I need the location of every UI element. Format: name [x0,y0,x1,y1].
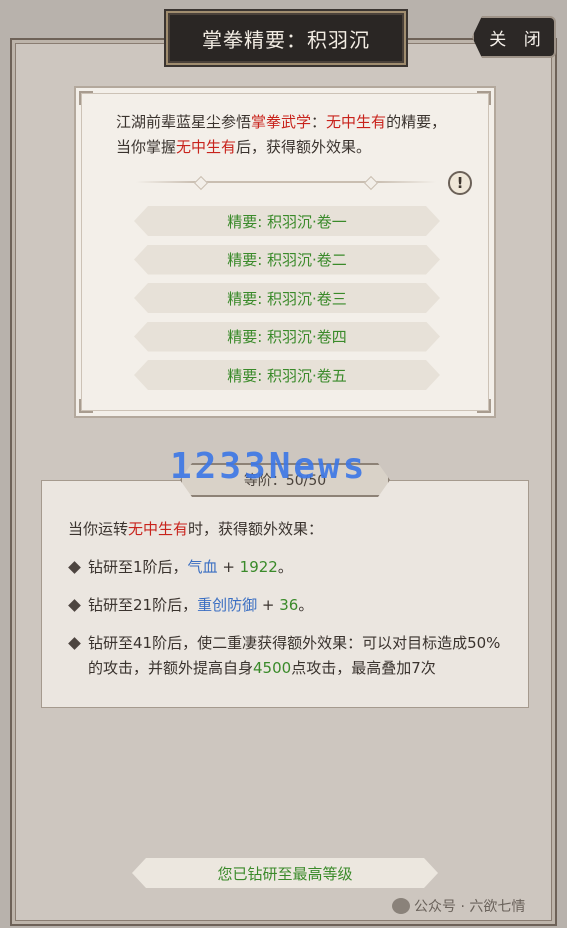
level-badge: 等阶：50/50 [180,463,390,497]
effects-list: 当你运转无中生有时，获得额外效果： 钻研至1阶后，气血 + 1922。 钻研至2… [68,517,508,694]
ornamental-divider [136,181,436,183]
skill-category: 掌拳武学 [251,113,312,131]
stat-name: 重创防御 [197,596,258,614]
volume-item-1[interactable]: 精要: 积羽沉·卷一 [134,206,440,236]
diamond-bullet-icon [68,637,81,650]
move-name: 无中生有 [128,520,189,538]
footer-watermark: 公众号 · 六欲七情 [392,894,525,918]
stat-value: 1922 [239,558,278,576]
info-exclamation-icon[interactable]: ! [448,171,472,195]
move-name: 无中生有 [176,138,237,156]
volume-list: 精要: 积羽沉·卷一 精要: 积羽沉·卷二 精要: 积羽沉·卷三 精要: 积羽沉… [134,206,440,399]
volume-item-4[interactable]: 精要: 积羽沉·卷四 [134,322,440,352]
volume-item-5[interactable]: 精要: 积羽沉·卷五 [134,360,440,390]
level-effects-panel[interactable]: 当你运转无中生有时，获得额外效果： 钻研至1阶后，气血 + 1922。 钻研至2… [41,480,529,708]
corner-ornament [477,91,491,105]
max-level-button: 您已钻研至最高等级 [132,858,438,888]
corner-ornament [79,399,93,413]
effect-item-3: 钻研至41阶后，使二重凄获得额外效果：可以对目标造成50%的攻击，并额外提高自身… [68,631,508,681]
effects-intro: 当你运转无中生有时，获得额外效果： [68,520,324,538]
effect-item-1: 钻研至1阶后，气血 + 1922。 [68,555,508,580]
wechat-icon [392,898,410,914]
move-name: 无中生有 [326,113,387,131]
volume-item-3[interactable]: 精要: 积羽沉·卷三 [134,283,440,313]
corner-ornament [477,399,491,413]
diamond-bullet-icon [68,599,81,612]
dialog-title: 掌拳精要：积羽沉 [166,11,406,65]
close-button[interactable]: 关 闭 [472,16,556,58]
corner-ornament [79,91,93,105]
info-description: 江湖前辈蓝星尘参悟掌拳武学：无中生有的精要，当你掌握无中生有后，获得额外效果。 [116,113,447,156]
diamond-bullet-icon [68,561,81,574]
volume-item-2[interactable]: 精要: 积羽沉·卷二 [134,245,440,275]
stat-value: 36 [279,596,299,614]
stat-value: 4500 [253,659,292,677]
info-card: 江湖前辈蓝星尘参悟掌拳武学：无中生有的精要，当你掌握无中生有后，获得额外效果。 … [74,86,496,418]
stat-name: 气血 [187,558,218,576]
effect-item-2: 钻研至21阶后，重创防御 + 36。 [68,593,508,618]
